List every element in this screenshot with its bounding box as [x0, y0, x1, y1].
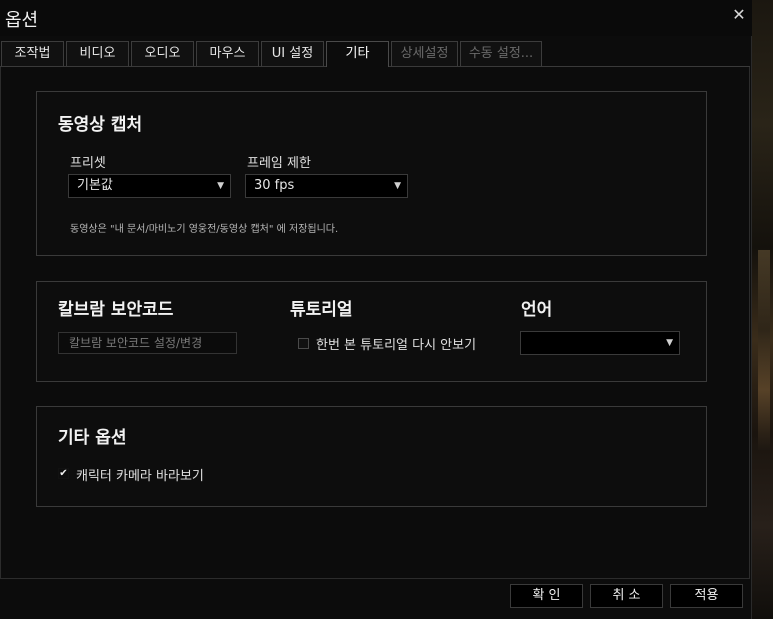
frame-limit-value: 30 fps	[254, 178, 295, 193]
language-dropdown[interactable]: ▼	[520, 331, 680, 355]
preset-value: 기본값	[77, 178, 113, 193]
preset-dropdown[interactable]: 기본값 ▼	[68, 174, 231, 198]
background-decoration	[758, 250, 770, 450]
language-title: 언어	[521, 300, 553, 320]
title-bar: 옵션 ✕	[0, 0, 752, 36]
save-location-note: 동영상은 "내 문서/마비노기 영웅전/동영상 캡처" 에 저장됩니다.	[70, 224, 339, 235]
frame-limit-dropdown[interactable]: 30 fps ▼	[245, 174, 408, 198]
close-icon[interactable]: ✕	[730, 6, 748, 24]
window-title: 옵션	[5, 10, 39, 31]
tab-video[interactable]: 비디오	[66, 41, 129, 66]
security-tutorial-language-panel: 칼브람 보안코드 칼브람 보안코드 설정/변경 튜토리얼 한번 본 튜토리얼 다…	[36, 281, 707, 382]
tab-mouse[interactable]: 마우스	[196, 41, 259, 66]
tutorial-checkbox[interactable]	[298, 338, 309, 349]
tab-manual-settings[interactable]: 수동 설정...	[460, 41, 542, 66]
chevron-down-icon: ▼	[666, 338, 673, 348]
options-window: 옵션 ✕ 조작법 비디오 오디오 마우스 UI 설정 기타 상세설정 수동 설정…	[0, 0, 752, 619]
tab-ui-settings[interactable]: UI 설정	[261, 41, 324, 66]
tutorial-title: 튜토리얼	[290, 300, 353, 320]
frame-limit-label: 프레임 제한	[247, 156, 311, 171]
preset-label: 프리셋	[70, 156, 106, 171]
other-options-title: 기타 옵션	[58, 428, 127, 448]
tab-misc[interactable]: 기타	[326, 41, 389, 67]
video-capture-panel: 동영상 캡처 프리셋 기본값 ▼ 프레임 제한 30 fps ▼ 동영상은 "내…	[36, 91, 707, 256]
chevron-down-icon: ▼	[217, 181, 224, 191]
other-options-panel: 기타 옵션 ✔ 캐릭터 카메라 바라보기	[36, 406, 707, 507]
security-code-button[interactable]: 칼브람 보안코드 설정/변경	[58, 332, 237, 354]
camera-checkbox[interactable]: ✔	[58, 468, 69, 479]
tab-advanced-settings[interactable]: 상세설정	[391, 41, 458, 66]
tutorial-checkbox-label: 한번 본 튜토리얼 다시 안보기	[316, 338, 477, 353]
camera-checkbox-label: 캐릭터 카메라 바라보기	[76, 469, 204, 484]
confirm-button[interactable]: 확 인	[510, 584, 583, 608]
apply-button[interactable]: 적용	[670, 584, 743, 608]
chevron-down-icon: ▼	[394, 181, 401, 191]
video-capture-title: 동영상 캡처	[58, 115, 143, 135]
security-code-title: 칼브람 보안코드	[58, 300, 174, 320]
tab-audio[interactable]: 오디오	[131, 41, 194, 66]
cancel-button[interactable]: 취 소	[590, 584, 663, 608]
tab-bar: 조작법 비디오 오디오 마우스 UI 설정 기타 상세설정 수동 설정...	[0, 41, 752, 67]
game-background-edge	[752, 0, 773, 619]
tab-controls[interactable]: 조작법	[1, 41, 64, 66]
